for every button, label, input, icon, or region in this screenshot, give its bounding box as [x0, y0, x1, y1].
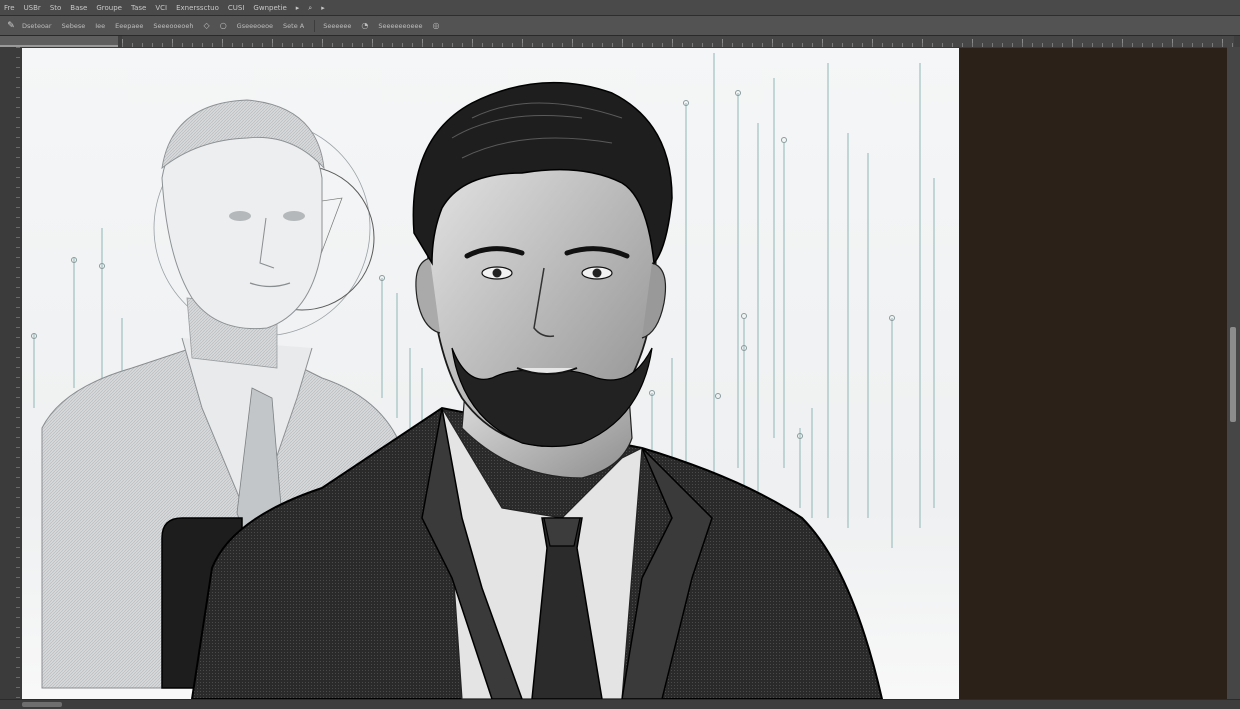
vertical-ruler[interactable]: [0, 47, 20, 699]
menu-item-7[interactable]: Exnerssctuo: [176, 0, 219, 16]
menu-item-1[interactable]: USBr: [24, 0, 41, 16]
circle-icon[interactable]: ○: [220, 21, 227, 30]
pasteboard-area: [959, 48, 1227, 699]
horizontal-ruler[interactable]: [122, 36, 1234, 47]
document-tab[interactable]: [0, 36, 118, 47]
options-bar: ✎ Dseteoar Sebese Iee Eeepaee Seeeooeoeh…: [0, 16, 1240, 36]
option-8[interactable]: Seeeeeeoeee: [378, 16, 422, 36]
menu-item-0[interactable]: Fre: [4, 0, 15, 16]
menu-item-2[interactable]: Sto: [50, 0, 61, 16]
vertical-scroll-thumb[interactable]: [1230, 327, 1236, 422]
option-1[interactable]: Sebese: [62, 16, 86, 36]
menu-next-icon[interactable]: ▸: [321, 0, 325, 16]
menu-item-8[interactable]: CUSI: [228, 0, 245, 16]
vertical-scrollbar[interactable]: [1227, 47, 1240, 699]
option-0[interactable]: Dseteoar: [22, 16, 52, 36]
option-7[interactable]: Seeeeee: [323, 16, 351, 36]
horizontal-scroll-thumb[interactable]: [22, 702, 62, 707]
menu-item-4[interactable]: Groupe: [96, 0, 122, 16]
image-editor-window: Fre USBr Sto Base Groupe Tase VCI Exners…: [0, 0, 1240, 709]
speech-icon[interactable]: ◔: [361, 21, 368, 30]
menu-item-9[interactable]: Gwnpetie: [253, 0, 286, 16]
chevron-icon[interactable]: ◇: [204, 21, 210, 30]
option-4[interactable]: Seeeooeoeh: [153, 16, 193, 36]
menu-bar: Fre USBr Sto Base Groupe Tase VCI Exners…: [0, 0, 1240, 16]
menu-item-6[interactable]: VCI: [155, 0, 167, 16]
tab-bar: [0, 36, 1240, 47]
separator: [314, 19, 316, 32]
portrait-illustration: [22, 48, 959, 699]
option-3[interactable]: Eeepaee: [115, 16, 143, 36]
menu-arrow-icon[interactable]: ▸: [296, 0, 300, 16]
brush-icon[interactable]: ✎: [4, 19, 18, 33]
option-2[interactable]: Iee: [95, 16, 105, 36]
document-canvas[interactable]: [22, 48, 959, 699]
horizontal-scrollbar[interactable]: [0, 699, 1240, 709]
menu-item-3[interactable]: Base: [70, 0, 87, 16]
menu-search-icon[interactable]: ⌕: [308, 0, 312, 16]
option-6[interactable]: Sete A: [283, 16, 304, 36]
pressure-icon[interactable]: ◎: [432, 21, 439, 30]
menu-item-5[interactable]: Tase: [131, 0, 146, 16]
option-5[interactable]: Gseeeoeoe: [237, 16, 273, 36]
